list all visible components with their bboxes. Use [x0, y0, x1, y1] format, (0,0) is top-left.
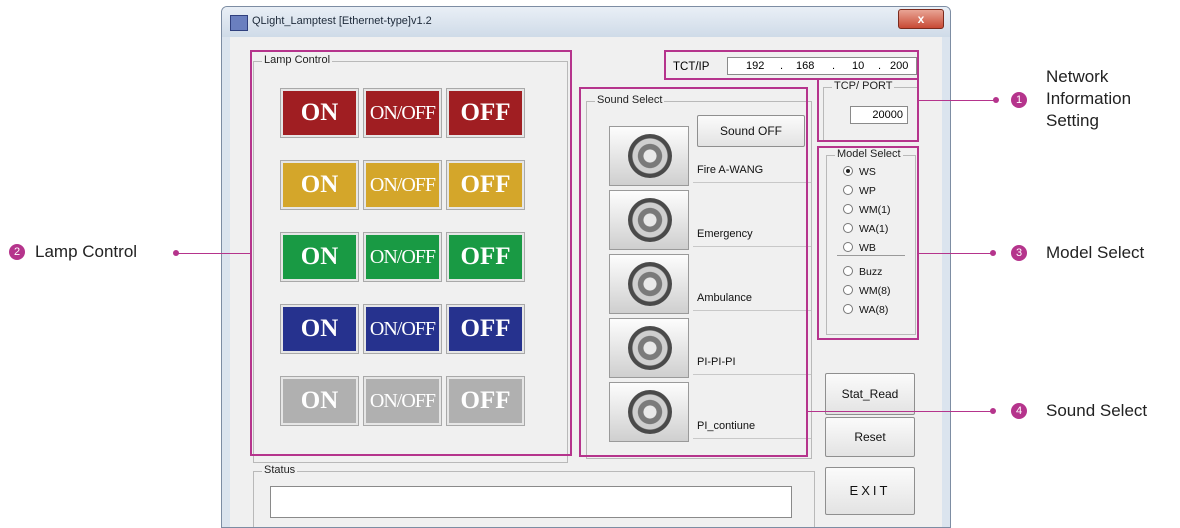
title-bar: QLight_Lamptest [Ethernet-type]v1.2 x [222, 7, 950, 37]
status-label: Status [262, 464, 298, 476]
port-highlight [817, 78, 919, 142]
model-badge: 3 [1011, 245, 1027, 261]
model-leader-dot [990, 250, 996, 256]
window-title: QLight_Lamptest [Ethernet-type]v1.2 [252, 15, 432, 27]
exit-button[interactable]: EXIT [825, 467, 915, 515]
close-button[interactable]: x [898, 9, 944, 29]
status-field[interactable] [270, 486, 792, 518]
model-leader-line [919, 253, 993, 254]
lamp-control-highlight [250, 50, 572, 456]
lamp-annotation: Lamp Control [35, 242, 138, 261]
reset-button[interactable]: Reset [825, 417, 915, 457]
lamp-leader-line [178, 253, 250, 254]
lamp-badge: 2 [9, 244, 25, 260]
network-annotation: Network Information Setting [1046, 67, 1132, 130]
sound-leader-line [808, 411, 993, 412]
app-icon [230, 15, 248, 31]
model-annotation: Model Select [1046, 243, 1145, 262]
network-leader-line [919, 100, 996, 101]
sound-annotation: Sound Select [1046, 401, 1148, 420]
network-leader-dot [993, 97, 999, 103]
ip-highlight [664, 50, 919, 80]
sound-leader-dot [990, 408, 996, 414]
sound-badge: 4 [1011, 403, 1027, 419]
model-select-highlight [817, 146, 919, 340]
network-badge: 1 [1011, 92, 1027, 108]
status-group: Status [253, 464, 815, 527]
stat-read-button[interactable]: Stat_Read [825, 373, 915, 415]
sound-select-highlight [579, 87, 808, 457]
